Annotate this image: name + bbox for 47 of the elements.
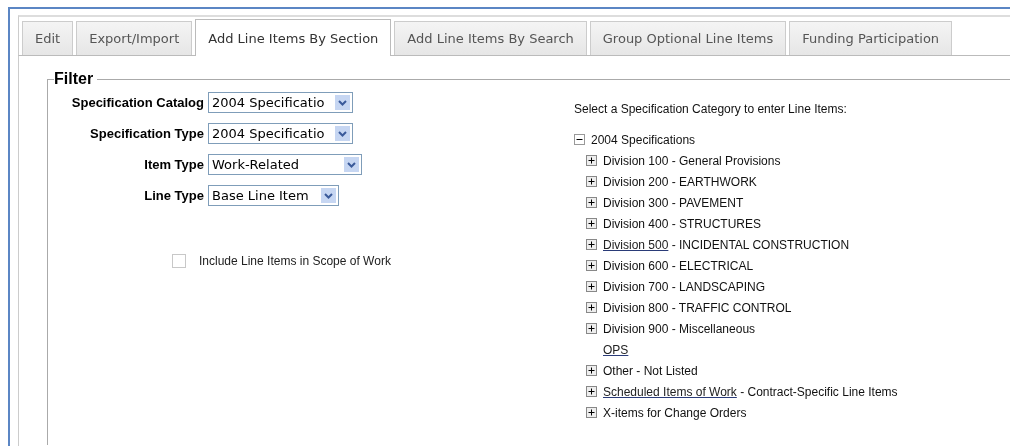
checkbox-label: Include Line Items in Scope of Work: [199, 254, 391, 268]
tab[interactable]: Export/Import: [76, 21, 193, 55]
dropdown[interactable]: Work-Related: [208, 154, 362, 175]
tree-item-label[interactable]: Division 200 - EARTHWORK: [603, 174, 757, 189]
expand-icon[interactable]: [586, 176, 597, 187]
tree-item-label[interactable]: Scheduled Items of Work - Contract-Specific Line Items: [603, 384, 898, 399]
tree-item-label[interactable]: Division 400 - STRUCTURES: [603, 216, 762, 231]
expand-icon[interactable]: [586, 365, 597, 376]
tree-item-label[interactable]: X-items for Change Orders: [603, 405, 747, 420]
expand-icon[interactable]: [586, 407, 597, 418]
expand-icon[interactable]: [586, 260, 597, 271]
tree-link[interactable]: Scheduled Items of Work: [603, 384, 737, 399]
tree-link[interactable]: OPS: [603, 342, 629, 357]
tab[interactable]: Add Line Items By Section: [195, 19, 392, 56]
tree-link[interactable]: Division 500: [603, 237, 669, 252]
tree-item-label[interactable]: Division 700 - LANDSCAPING: [603, 279, 766, 294]
field-label: Specification Type: [90, 126, 204, 141]
tree-prompt: Select a Specification Category to enter Line Items:: [574, 102, 848, 116]
expand-icon[interactable]: [586, 155, 597, 166]
expand-icon[interactable]: [586, 302, 597, 313]
tree-item-label[interactable]: 2004 Specifications: [591, 132, 696, 147]
tree-item-label[interactable]: Division 500 - INCIDENTAL CONSTRUCTION: [603, 237, 850, 252]
tree-item-label[interactable]: Division 600 - ELECTRICAL: [603, 258, 754, 273]
tree-item-label[interactable]: Division 100 - General Provisions: [603, 153, 781, 168]
collapse-icon[interactable]: [574, 134, 585, 145]
dropdown[interactable]: 2004 Specificatio: [208, 92, 353, 113]
field-label: Item Type: [144, 157, 204, 172]
tab[interactable]: Funding Participation: [789, 21, 953, 55]
dropdown[interactable]: 2004 Specificatio: [208, 123, 353, 144]
tree-item-label[interactable]: Other - Not Listed: [603, 363, 698, 378]
filter-legend: Filter: [54, 70, 98, 88]
tree-item-label[interactable]: Division 300 - PAVEMENT: [603, 195, 744, 210]
expand-icon[interactable]: [586, 218, 597, 229]
tab[interactable]: Add Line Items By Search: [394, 21, 587, 55]
expand-icon[interactable]: [586, 281, 597, 292]
tree-item-label[interactable]: Division 900 - Miscellaneous: [603, 321, 756, 336]
tree-item-label[interactable]: Division 800 - TRAFFIC CONTROL: [603, 300, 792, 315]
tab[interactable]: Edit: [22, 21, 74, 55]
expand-icon[interactable]: [586, 323, 597, 334]
field-label: Specification Catalog: [71, 95, 204, 110]
dropdown[interactable]: Base Line Item: [208, 185, 339, 206]
tab[interactable]: Group Optional Line Items: [589, 21, 787, 55]
checkbox[interactable]: [172, 254, 186, 268]
field-label: Line Type: [144, 188, 204, 203]
expand-icon[interactable]: [586, 386, 597, 397]
expand-icon[interactable]: [586, 239, 597, 250]
expand-icon[interactable]: [586, 197, 597, 208]
